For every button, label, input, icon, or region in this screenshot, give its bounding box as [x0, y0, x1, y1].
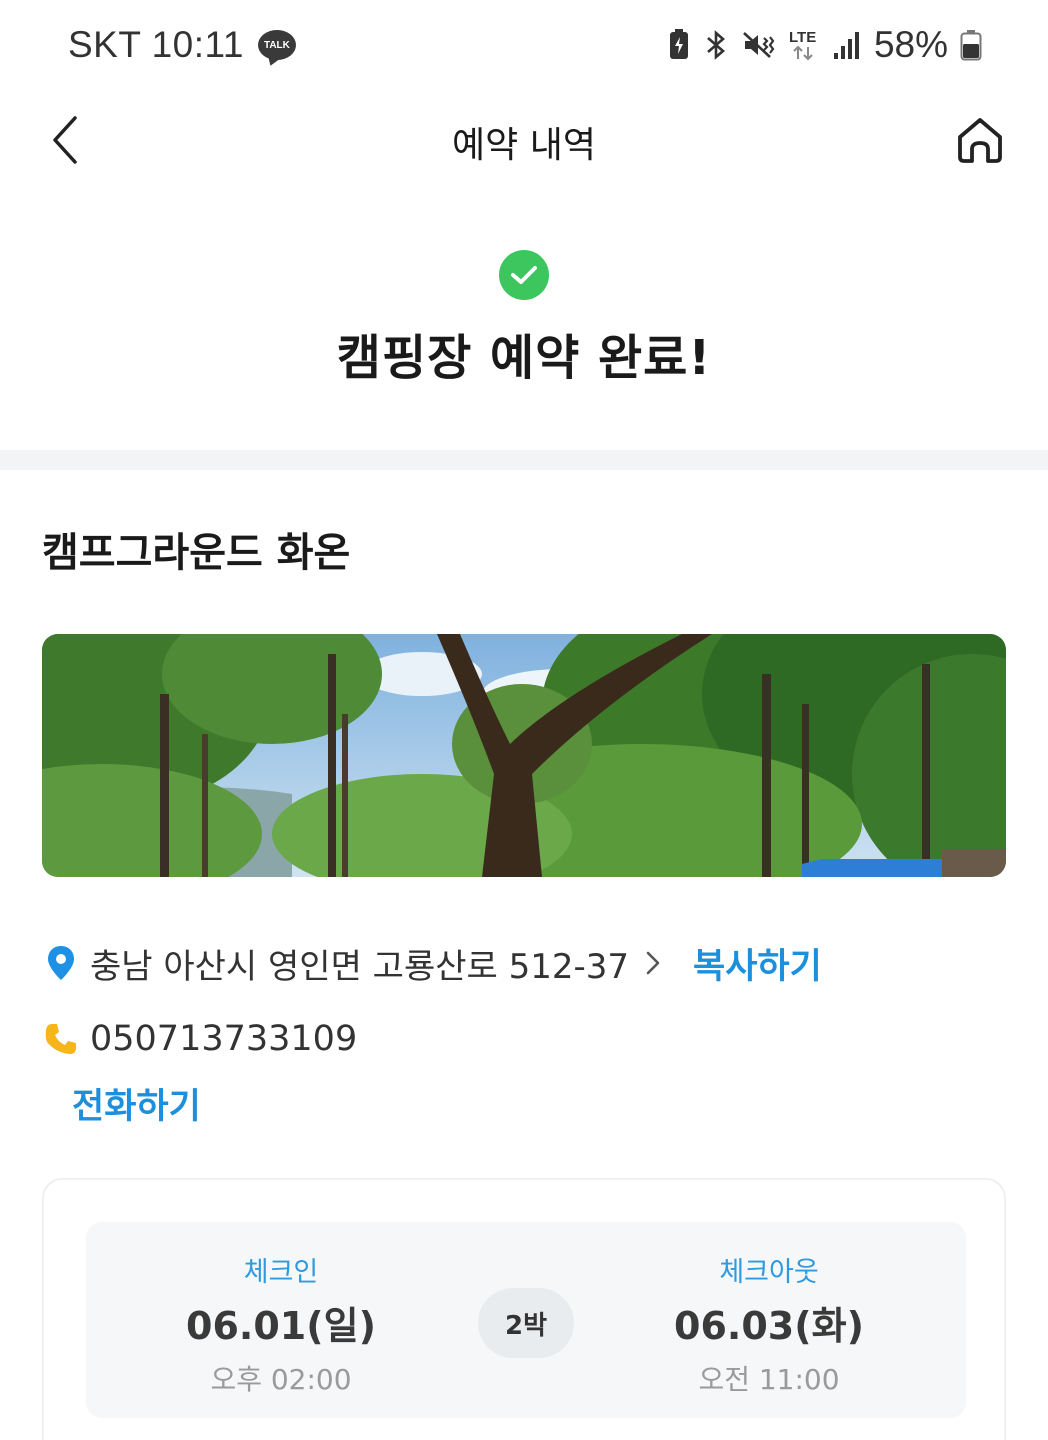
call-button[interactable]: 전화하기	[72, 1078, 201, 1129]
booking-card: 체크인 06.01(일) 오후 02:00 2박 체크아웃 06.03(화) 오…	[42, 1178, 1006, 1440]
section-divider	[0, 450, 1048, 470]
check-circle-icon	[499, 250, 549, 300]
carrier-time: SKT 10:11	[68, 24, 244, 65]
chevron-right-icon[interactable]	[645, 950, 661, 976]
address-row: 충남 아산시 영인면 고룡산로 512-37 복사하기	[42, 936, 822, 990]
checkin-block: 체크인 06.01(일) 오후 02:00	[131, 1250, 431, 1398]
page-title: 예약 내역	[452, 125, 596, 166]
status-right: LTE 58%	[668, 24, 982, 66]
phone-row: 050713733109	[42, 1012, 357, 1066]
reservation-success: 캠핑장 예약 완료!	[0, 250, 1048, 388]
phone-number: 050713733109	[90, 1019, 358, 1059]
checkout-time: 오전 11:00	[698, 1363, 840, 1396]
checkin-label: 체크인	[243, 1257, 319, 1288]
battery-saver-icon	[668, 29, 690, 61]
talk-badge-text: TALK	[263, 39, 290, 51]
bluetooth-icon	[702, 29, 730, 61]
battery-percent: 58%	[873, 24, 948, 65]
campsite-photo	[42, 634, 1006, 877]
lte-text: LTE	[789, 29, 816, 46]
checkout-block: 체크아웃 06.03(화) 오전 11:00	[619, 1250, 919, 1398]
checkin-date: 06.01(일)	[186, 1304, 376, 1348]
kakaotalk-icon: TALK	[257, 30, 296, 60]
home-button[interactable]	[950, 110, 1010, 170]
copy-address-button[interactable]: 복사하기	[693, 938, 822, 989]
mute-vibrate-icon	[742, 29, 776, 61]
checkout-label: 체크아웃	[719, 1257, 819, 1288]
lte-icon: LTE	[788, 27, 820, 63]
success-title: 캠핑장 예약 완료!	[336, 330, 712, 386]
status-bar: SKT 10:11 TALK LTE 58%	[0, 0, 1048, 92]
signal-icon	[832, 29, 862, 61]
phone-icon	[42, 1022, 80, 1056]
checkin-time: 오후 02:00	[210, 1363, 352, 1396]
location-pin-icon	[42, 945, 80, 981]
home-icon	[958, 118, 1002, 163]
checkout-date: 06.03(화)	[674, 1304, 864, 1348]
app-header: 예약 내역	[0, 96, 1048, 184]
campsite-name: 캠프그라운드 화온	[42, 530, 351, 576]
status-left: SKT 10:11 TALK	[68, 24, 296, 66]
nights-badge: 2박	[478, 1288, 574, 1358]
stay-dates: 체크인 06.01(일) 오후 02:00 2박 체크아웃 06.03(화) 오…	[86, 1222, 966, 1418]
address-text[interactable]: 충남 아산시 영인면 고룡산로 512-37	[90, 939, 629, 988]
battery-icon	[960, 29, 982, 61]
